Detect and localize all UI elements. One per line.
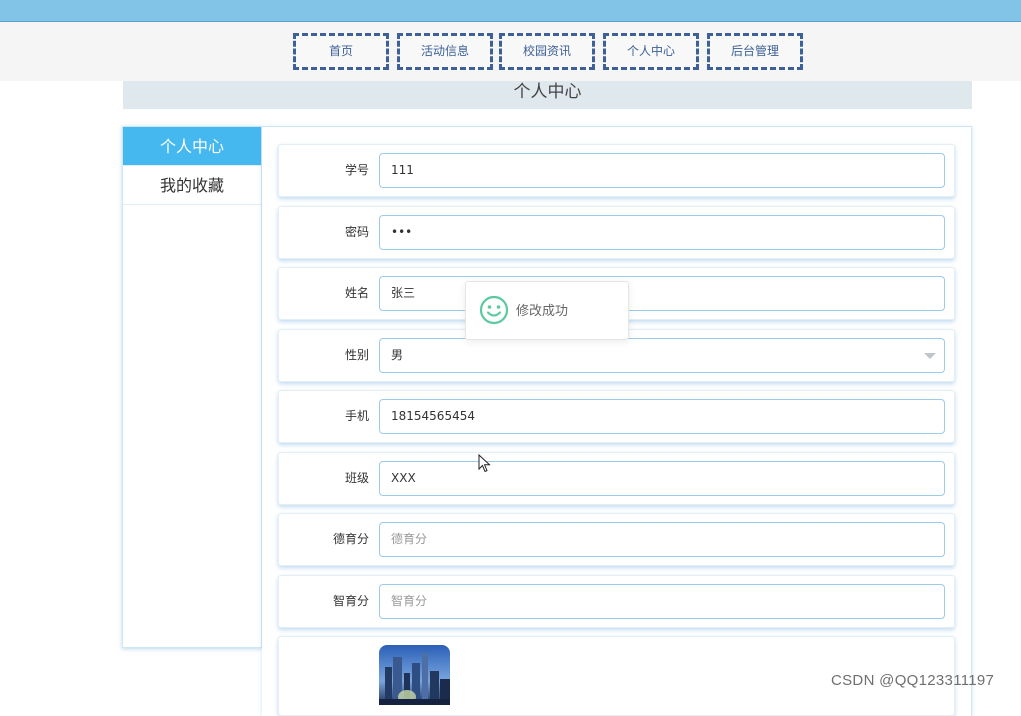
password-label: 密码 (344, 225, 369, 239)
sidebar-item-favorites[interactable]: 我的收藏 (123, 166, 261, 205)
chevron-down-icon[interactable] (924, 353, 936, 359)
sidebar-item-personal-center[interactable]: 个人中心 (123, 127, 261, 166)
gender-select[interactable]: 男 (379, 338, 945, 373)
phone-label: 手机 (344, 409, 369, 423)
nav-item-campus-news[interactable]: 校园资讯 (499, 33, 595, 70)
mouse-cursor-icon (478, 453, 492, 478)
form-row-class: 班级 XXX (278, 452, 955, 505)
nav-item-activities[interactable]: 活动信息 (397, 33, 493, 70)
student-id-label: 学号 (344, 163, 369, 177)
class-label: 班级 (344, 471, 369, 485)
phone-input[interactable]: 18154565454 (379, 399, 945, 434)
intellect-score-input[interactable]: 智育分 (379, 584, 945, 619)
form-row-password: 密码 ••• (278, 206, 955, 259)
moral-score-label: 德育分 (332, 532, 369, 546)
profile-form: 学号 111 密码 ••• 姓名 张三 性别 男 手机 18154565454 … (262, 126, 972, 716)
form-row-moral-score: 德育分 德育分 (278, 513, 955, 566)
nav-item-admin[interactable]: 后台管理 (707, 33, 803, 70)
moral-score-input[interactable]: 德育分 (379, 522, 945, 557)
page-title: 个人中心 (123, 81, 972, 109)
success-toast: 修改成功 (465, 281, 629, 340)
form-row-intellect-score: 智育分 智育分 (278, 575, 955, 628)
password-input[interactable]: ••• (379, 215, 945, 250)
gender-selected-value: 男 (391, 348, 404, 362)
watermark: CSDN @QQ123311197 (831, 672, 995, 689)
student-id-input[interactable]: 111 (379, 153, 945, 188)
nav-item-personal-center[interactable]: 个人中心 (603, 33, 699, 70)
city-photo (379, 645, 450, 705)
smile-icon (479, 295, 509, 329)
gender-label: 性别 (344, 348, 369, 362)
top-bar (0, 0, 1021, 22)
intellect-score-label: 智育分 (332, 594, 369, 608)
name-input[interactable]: 张三 (379, 276, 945, 311)
form-row-student-id: 学号 111 (278, 144, 955, 197)
nav-item-home[interactable]: 首页 (293, 33, 389, 70)
toast-message: 修改成功 (516, 304, 569, 319)
sidebar: 个人中心 我的收藏 (122, 126, 262, 648)
name-label: 姓名 (344, 286, 369, 300)
form-row-phone: 手机 18154565454 (278, 390, 955, 443)
nav-bar: 首页 活动信息 校园资讯 个人中心 后台管理 (0, 22, 1021, 81)
avatar-image[interactable] (379, 645, 450, 705)
class-input[interactable]: XXX (379, 461, 945, 496)
